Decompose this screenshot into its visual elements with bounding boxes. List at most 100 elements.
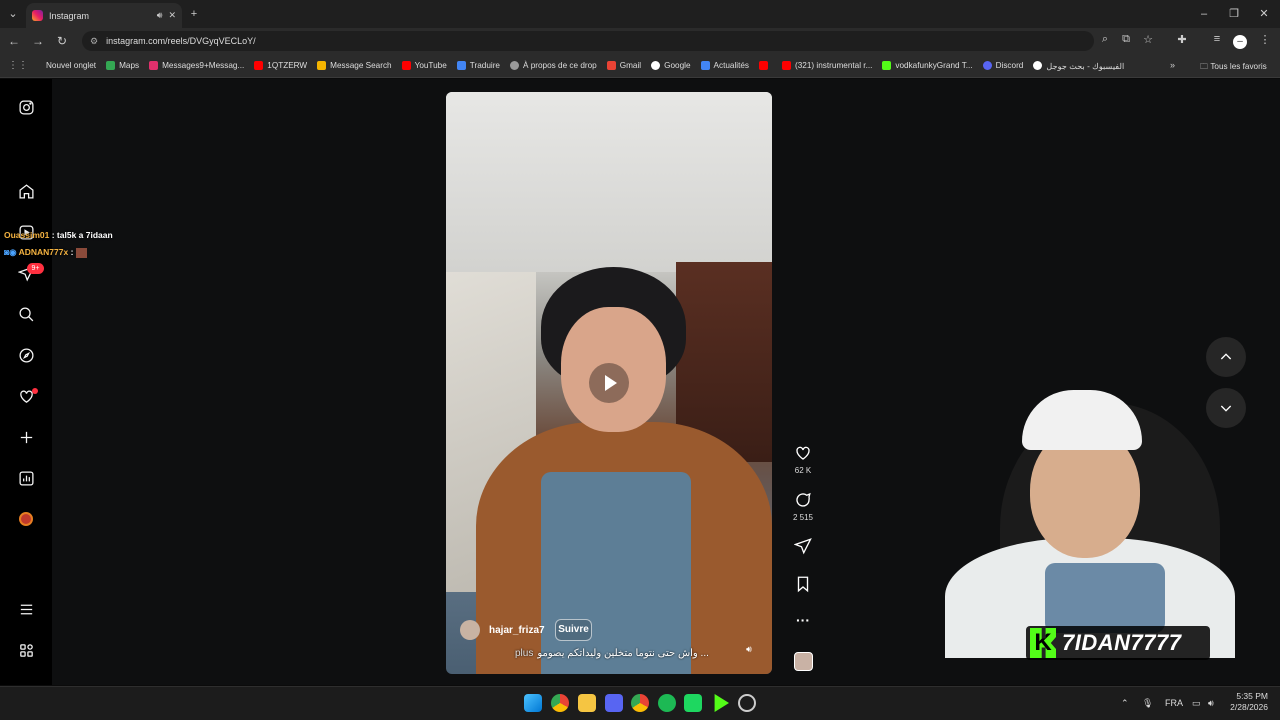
instagram-icon	[149, 61, 159, 70]
profile-avatar[interactable]	[17, 510, 35, 528]
bookmark-item[interactable]	[759, 61, 772, 70]
kick-logo-icon: K	[1030, 628, 1056, 658]
bookmark-item[interactable]: Traduire	[456, 61, 500, 70]
author-avatar[interactable]	[460, 620, 480, 640]
globe-icon	[509, 61, 519, 70]
chat-message: ◙◉ ADNAN777x :	[4, 247, 87, 258]
explore-icon[interactable]	[17, 346, 35, 364]
bookmark-item[interactable]: Messages9+Messag...	[149, 61, 244, 70]
emote-icon	[75, 247, 87, 258]
tab-title: Instagram	[49, 10, 90, 21]
follow-button[interactable]: Suivre	[555, 619, 592, 641]
bookmark-item[interactable]: Discord	[982, 61, 1023, 70]
language-indicator[interactable]: FRA	[1165, 698, 1183, 708]
bookmarks-overflow-icon[interactable]: »	[1170, 60, 1175, 70]
network-icon[interactable]: ▭	[1192, 698, 1201, 709]
comment-icon[interactable]	[792, 491, 814, 514]
restore-icon[interactable]: ❐	[1226, 6, 1242, 22]
like-icon[interactable]	[792, 444, 814, 467]
youtube-icon	[254, 61, 264, 70]
chat-text: : tal5k a 7idaan	[49, 230, 113, 240]
more-options-icon[interactable]: ···	[792, 612, 814, 628]
bookmark-item[interactable]: 1QTZERW	[254, 61, 307, 70]
start-icon[interactable]	[524, 694, 542, 712]
tab-close-icon[interactable]: ✕	[168, 10, 176, 21]
instagram-sidebar	[0, 79, 52, 685]
extensions-icon[interactable]: ✚	[1174, 33, 1190, 46]
back-icon[interactable]: ←	[2, 34, 26, 48]
search-icon[interactable]	[17, 305, 35, 323]
stream-brand-badge: K 7IDAN7777	[1026, 626, 1210, 660]
share-icon[interactable]	[792, 537, 814, 560]
audio-thumbnail[interactable]	[794, 652, 813, 671]
bookmark-star-icon[interactable]: ☆	[1140, 33, 1156, 46]
profile-avatar[interactable]: –	[1233, 35, 1247, 49]
tab-instagram[interactable]: Instagram 🔊︎ ✕	[26, 3, 182, 28]
more-menu-icon[interactable]	[17, 600, 35, 618]
bookmark-item[interactable]: vodkafunkyGrand T...	[882, 61, 973, 70]
bookmark-item[interactable]: Google	[651, 61, 691, 70]
author-username[interactable]: hajar_friza7	[489, 625, 545, 636]
tray-overflow-icon[interactable]: ⌃	[1121, 698, 1129, 709]
reload-icon[interactable]: ↻	[50, 34, 74, 48]
reel-author[interactable]: hajar_friza7	[460, 620, 545, 640]
instagram-favicon-icon	[32, 10, 43, 21]
minimize-icon[interactable]: –	[1196, 6, 1212, 22]
also-from-meta-icon[interactable]	[17, 641, 35, 659]
address-bar[interactable]: ⚙ instagram.com/reels/DVGyqVECLoY/	[82, 31, 1094, 51]
bookmark-item[interactable]: الفيسبوك - بحث جوجل	[1033, 61, 1124, 71]
messages-badge: 9+	[27, 263, 44, 274]
bookmark-item[interactable]: (321) instrumental r...	[782, 61, 872, 70]
bookmark-item[interactable]: Maps	[106, 61, 139, 70]
reel-video[interactable]	[446, 92, 772, 674]
discord-icon	[982, 61, 992, 70]
play-icon[interactable]	[589, 363, 629, 403]
previous-reel-button[interactable]	[1206, 337, 1246, 377]
install-app-icon[interactable]: ⧉	[1118, 33, 1134, 46]
new-tab-icon[interactable]: +	[186, 6, 202, 22]
spotify-icon[interactable]	[658, 694, 676, 712]
create-plus-icon[interactable]	[17, 428, 35, 446]
bookmark-item[interactable]: Nouvel onglet	[46, 61, 96, 70]
forward-icon[interactable]: →	[26, 34, 50, 48]
chrome-active-icon[interactable]	[631, 694, 649, 712]
streamer-name: 7IDAN7777	[1062, 630, 1182, 655]
chrome-icon[interactable]	[551, 694, 569, 712]
caption-more-link[interactable]: plus	[515, 648, 533, 659]
audio-toggle-icon[interactable]: 🔊︎	[742, 644, 756, 658]
bookmark-item[interactable]: Message Search	[317, 61, 392, 70]
youtube-icon	[782, 61, 792, 70]
dashboard-icon[interactable]	[17, 469, 35, 487]
browser-toolbar: ← → ↻ ⚙ instagram.com/reels/DVGyqVECLoY/	[0, 28, 1280, 54]
file-explorer-icon[interactable]	[578, 694, 596, 712]
bookmark-item[interactable]: À propos de ce drop	[509, 61, 597, 70]
bookmark-item[interactable]: Gmail	[606, 61, 641, 70]
all-bookmarks-folder[interactable]: 🗀 Tous les favoris	[1200, 61, 1267, 75]
comment-count: 2 515	[792, 513, 814, 522]
zoom-icon[interactable]: ⌕	[1097, 33, 1113, 46]
chat-text: :	[68, 247, 76, 257]
reel-caption[interactable]: plus واش حتى نتوما متخلين وليداتكم يصومو …	[515, 648, 709, 659]
window-close-icon[interactable]: ✕	[1256, 6, 1272, 22]
bookmark-item[interactable]: Actualités	[700, 61, 749, 70]
chat-username: Ouassim01	[4, 230, 50, 240]
instagram-logo-icon[interactable]	[17, 98, 35, 116]
system-clock[interactable]: 5:35 PM 2/28/2026	[1222, 691, 1268, 713]
discord-icon[interactable]	[605, 694, 623, 712]
apps-grid-icon[interactable]: ⋮⋮	[8, 60, 28, 71]
app-icon[interactable]	[684, 694, 702, 712]
menu-icon[interactable]: ⋮	[1257, 33, 1273, 46]
save-bookmark-icon[interactable]	[792, 575, 814, 598]
home-icon[interactable]	[17, 182, 35, 200]
bookmark-item[interactable]: YouTube	[401, 61, 447, 70]
tab-audio-icon[interactable]: 🔊︎	[157, 10, 163, 21]
site-info-icon[interactable]: ⚙	[90, 36, 98, 47]
microphone-icon[interactable]: 🎙︎	[1142, 698, 1153, 709]
webcam-cap	[1022, 390, 1142, 450]
media-control-icon[interactable]: ≡	[1209, 33, 1225, 45]
obs-icon[interactable]	[738, 694, 756, 712]
chat-message: Ouassim01 : tal5k a 7idaan	[4, 230, 113, 240]
volume-icon[interactable]: 🔊︎	[1208, 698, 1214, 709]
tab-search-icon[interactable]: ⌄	[5, 6, 21, 22]
tab-strip: ⌄ Instagram 🔊︎ ✕ + – ❐ ✕	[0, 0, 1280, 28]
